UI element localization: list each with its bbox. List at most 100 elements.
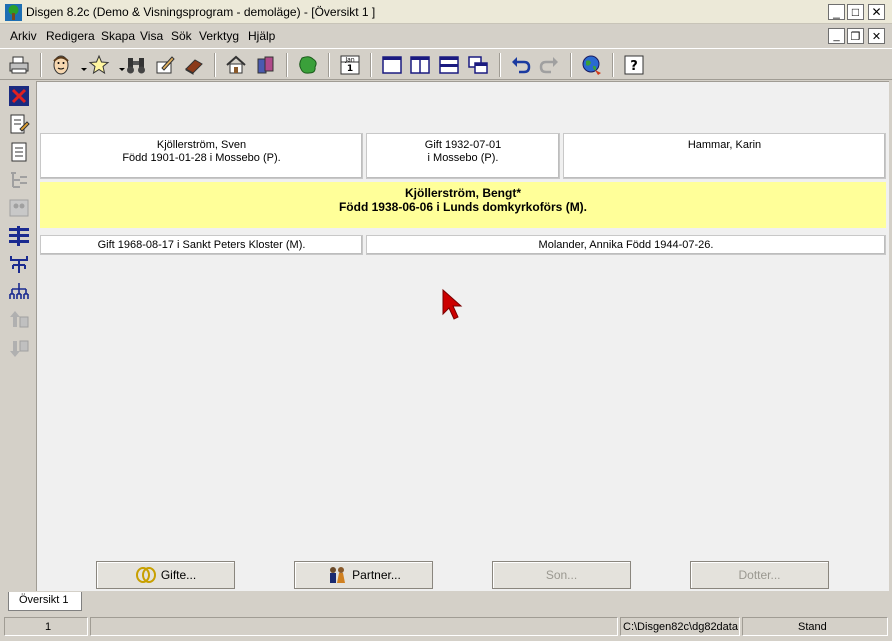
redo-arrow-icon — [539, 57, 558, 74]
menu-arkiv[interactable]: Arkiv — [10, 29, 37, 43]
family-book-button[interactable] — [254, 54, 276, 76]
parents-marriage-date: Gift 1932-07-01 — [424, 139, 502, 151]
close-x-icon — [9, 86, 29, 106]
binoculars-icon — [127, 58, 145, 74]
svg-text:?: ? — [630, 59, 638, 74]
descendant-tree-icon — [9, 283, 29, 299]
couple-icon — [330, 567, 346, 583]
spouse-text: Molander, Annika Född 1944-07-26. — [538, 239, 714, 251]
layout-single-button[interactable] — [381, 54, 403, 76]
tree-branch-icon — [11, 172, 27, 188]
menu-hjalp[interactable]: Hjälp — [248, 29, 275, 43]
favorite-dropdown-button[interactable] — [111, 54, 125, 76]
focus-person-birth: Född 1938-06-06 i Lunds domkyrkoförs (M)… — [338, 200, 588, 214]
ancestor-tree-button[interactable] — [8, 253, 30, 275]
menu-verktyg[interactable]: Verktyg — [199, 29, 239, 43]
map-region-icon — [299, 56, 317, 74]
dotter-button-label: Dotter... — [738, 568, 781, 582]
left-toolbar — [0, 81, 36, 591]
status-empty — [90, 617, 618, 636]
status-path: C:\Disgen82c\dg82data — [620, 617, 740, 636]
ancestor-tree-icon — [10, 256, 28, 273]
gifte-button[interactable]: Gifte... — [96, 561, 235, 589]
mother-name: Hammar, Karin — [687, 139, 762, 151]
son-button-label: Son... — [545, 568, 578, 582]
edit-notes-button[interactable] — [154, 54, 176, 76]
arrow-down-family-icon — [10, 340, 29, 357]
partner-button-label: Partner... — [352, 568, 401, 582]
menu-sok[interactable]: Sök — [171, 29, 192, 43]
toolbar-separator — [612, 53, 614, 77]
document-button[interactable] — [8, 141, 30, 163]
mother-panel[interactable]: Hammar, Karin — [563, 133, 886, 179]
undo-arrow-icon — [512, 57, 531, 74]
favorite-button[interactable] — [88, 54, 110, 76]
home-icon — [226, 55, 246, 74]
status-count: 1 — [4, 617, 88, 636]
layout-cascade-button[interactable] — [467, 54, 489, 76]
minimize-button[interactable]: _ — [828, 4, 845, 20]
family-group-button[interactable] — [8, 197, 30, 219]
father-birth: Född 1901-01-28 i Mossebo (P). — [122, 152, 281, 164]
menu-redigera[interactable]: Redigera — [46, 29, 95, 43]
go-down-button[interactable] — [8, 337, 30, 359]
edit-document-button[interactable] — [8, 113, 30, 135]
partner-button[interactable]: Partner... — [294, 561, 433, 589]
mdi-close-button[interactable]: ✕ — [868, 28, 885, 44]
person-button[interactable] — [50, 54, 72, 76]
wedding-rings-icon — [135, 567, 156, 583]
marriage-text: Gift 1968-08-17 i Sankt Peters Kloster (… — [97, 239, 306, 251]
window-vertical-split-icon — [410, 56, 430, 74]
parents-marriage-panel[interactable]: Gift 1932-07-01 i Mossebo (P). — [366, 133, 560, 179]
print-button[interactable] — [8, 54, 30, 76]
marriage-panel[interactable]: Gift 1968-08-17 i Sankt Peters Kloster (… — [40, 235, 363, 255]
help-button[interactable]: ? — [623, 54, 645, 76]
dotter-button[interactable]: Dotter... — [690, 561, 829, 589]
document-icon — [11, 142, 27, 162]
home-button[interactable] — [225, 54, 247, 76]
overview-lines-icon — [9, 226, 29, 246]
globe-icon — [582, 55, 601, 75]
person-face-icon — [53, 55, 69, 75]
spouse-panel[interactable]: Molander, Annika Född 1944-07-26. — [366, 235, 886, 255]
status-bar: 1 C:\Disgen82c\dg82data Stand — [0, 615, 892, 641]
window-cascade-icon — [468, 56, 488, 74]
layout-horizontal-button[interactable] — [438, 54, 460, 76]
menu-bar: Arkiv Redigera Skapa Visa Sök Verktyg Hj… — [0, 26, 892, 46]
arrow-up-family-icon — [10, 311, 29, 328]
close-button[interactable]: ✕ — [868, 4, 885, 20]
menu-skapa[interactable]: Skapa — [101, 29, 135, 43]
parents-marriage-place: i Mossebo (P). — [427, 152, 499, 164]
close-view-button[interactable] — [8, 85, 30, 107]
source-book-button[interactable] — [183, 54, 205, 76]
toolbar-separator — [370, 53, 372, 77]
tree-view-button[interactable] — [8, 169, 30, 191]
undo-button[interactable] — [510, 54, 532, 76]
descendant-tree-button[interactable] — [8, 281, 30, 303]
go-up-button[interactable] — [8, 309, 30, 331]
tab-label: Översikt 1 — [19, 594, 69, 606]
window-horizontal-split-icon — [439, 56, 459, 74]
internet-button[interactable] — [581, 54, 603, 76]
father-name: Kjöllerström, Sven — [156, 139, 247, 151]
map-button[interactable] — [297, 54, 319, 76]
overview-button[interactable] — [8, 225, 30, 247]
son-button[interactable]: Son... — [492, 561, 631, 589]
person-dropdown-button[interactable] — [73, 54, 87, 76]
svg-text:1: 1 — [347, 64, 353, 74]
mdi-minimize-button[interactable]: _ — [828, 28, 845, 44]
maximize-button[interactable]: □ — [847, 4, 864, 20]
father-panel[interactable]: Kjöllerström, Sven Född 1901-01-28 i Mos… — [40, 133, 363, 179]
tab-oversikt-1[interactable]: Översikt 1 — [8, 592, 82, 611]
focus-person-panel[interactable]: Kjöllerström, Bengt* Född 1938-06-06 i L… — [40, 182, 886, 228]
layout-vertical-button[interactable] — [409, 54, 431, 76]
star-person-icon — [88, 54, 110, 75]
menu-visa[interactable]: Visa — [140, 29, 163, 43]
redo-button[interactable] — [538, 54, 560, 76]
hand-writing-icon — [156, 56, 175, 74]
family-group-icon — [9, 199, 29, 217]
calendar-button[interactable]: Jan 1 — [339, 54, 361, 76]
mdi-restore-button[interactable]: ❐ — [847, 28, 864, 44]
overview-area: Kjöllerström, Sven Född 1901-01-28 i Mos… — [36, 81, 889, 591]
search-button[interactable] — [125, 54, 147, 76]
